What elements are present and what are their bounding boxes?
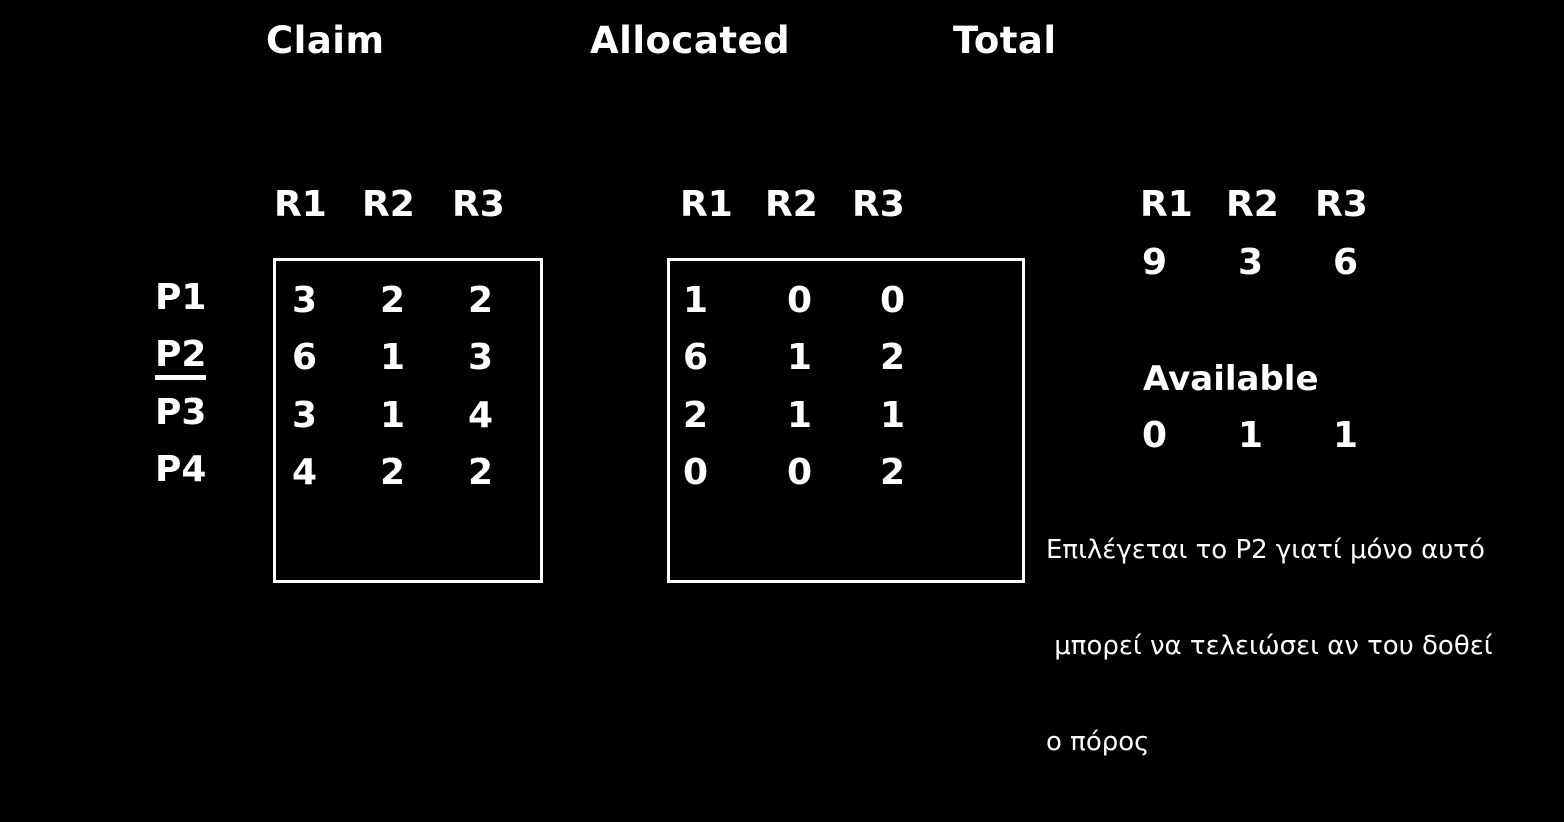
allocated-cell-p2-r3: 2 — [880, 337, 906, 378]
resource-header-allocated-r3: R3 — [852, 184, 905, 225]
section-caption-allocated: Allocated — [590, 19, 791, 62]
process-label-p1-text: P1 — [155, 277, 207, 318]
claim-cell-p2-r1: 6 — [292, 337, 318, 378]
available-caption: Available — [1143, 359, 1319, 399]
allocated-cell-p1-r2: 0 — [787, 280, 813, 321]
claim-cell-p4-r3: 2 — [468, 452, 494, 493]
explanation-note-line-2: μπορεί να τελειώσει αν του δοθεί — [1046, 631, 1493, 661]
claim-cell-p1-r3: 2 — [468, 280, 494, 321]
allocated-cell-p4-r2: 0 — [787, 452, 813, 493]
claim-cell-p4-r1: 4 — [292, 452, 318, 493]
explanation-note-line-3: ο πόρος — [1046, 727, 1150, 757]
total-value-r2: 3 — [1238, 242, 1264, 283]
claim-cell-p3-r1: 3 — [292, 395, 318, 436]
claim-cell-p1-r2: 2 — [380, 280, 406, 321]
available-value-r1: 0 — [1142, 415, 1168, 456]
resource-header-total-r1: R1 — [1140, 184, 1193, 225]
available-value-r2: 1 — [1238, 415, 1264, 456]
resource-header-claim-r3: R3 — [452, 184, 505, 225]
allocated-cell-p3-r3: 1 — [880, 395, 906, 436]
allocated-cell-p4-r1: 0 — [683, 452, 709, 493]
resource-header-total-r2: R2 — [1226, 184, 1279, 225]
section-caption-claim: Claim — [266, 19, 385, 62]
total-value-r3: 6 — [1333, 242, 1359, 283]
resource-header-total-r3: R3 — [1315, 184, 1368, 225]
allocated-cell-p2-r2: 1 — [787, 337, 813, 378]
process-label-p4-text: P4 — [155, 449, 207, 490]
resource-header-allocated-r2: R2 — [765, 184, 818, 225]
process-label-p1: P1 — [155, 280, 206, 316]
allocated-cell-p1-r3: 0 — [880, 280, 906, 321]
claim-cell-p1-r1: 3 — [292, 280, 318, 321]
slide-canvas: Claim Allocated Total R1 R2 R3 R1 R2 R3 … — [0, 0, 1564, 757]
explanation-note-line-1: Επιλέγεται το P2 γιατί μόνο αυτό — [1046, 535, 1485, 565]
process-label-p2-text: P2 — [155, 337, 207, 380]
allocated-cell-p3-r2: 1 — [787, 395, 813, 436]
allocated-cell-p1-r1: 1 — [683, 280, 709, 321]
allocated-cell-p4-r3: 2 — [880, 452, 906, 493]
claim-cell-p3-r3: 4 — [468, 395, 494, 436]
process-label-p2: P2 — [155, 337, 207, 380]
process-label-p3-text: P3 — [155, 392, 207, 433]
allocated-cell-p2-r1: 6 — [683, 337, 709, 378]
allocated-cell-p3-r1: 2 — [683, 395, 709, 436]
resource-header-claim-r1: R1 — [274, 184, 327, 225]
claim-cell-p2-r3: 3 — [468, 337, 494, 378]
total-value-r1: 9 — [1142, 242, 1168, 283]
section-caption-total: Total — [953, 19, 1057, 62]
claim-cell-p2-r2: 1 — [380, 337, 406, 378]
allocated-matrix-box: 1 0 0 6 1 2 2 1 1 0 0 2 — [667, 258, 1025, 583]
resource-header-allocated-r1: R1 — [680, 184, 733, 225]
available-value-r3: 1 — [1333, 415, 1359, 456]
resource-header-claim-r2: R2 — [362, 184, 415, 225]
claim-matrix-box: 3 2 2 6 1 3 3 1 4 4 2 2 — [273, 258, 543, 583]
process-label-p4: P4 — [155, 452, 206, 488]
explanation-note: Επιλέγεται το P2 γιατί μόνο αυτό μπορεί … — [1046, 470, 1564, 822]
claim-cell-p4-r2: 2 — [380, 452, 406, 493]
process-label-p3: P3 — [155, 395, 206, 431]
claim-cell-p3-r2: 1 — [380, 395, 406, 436]
